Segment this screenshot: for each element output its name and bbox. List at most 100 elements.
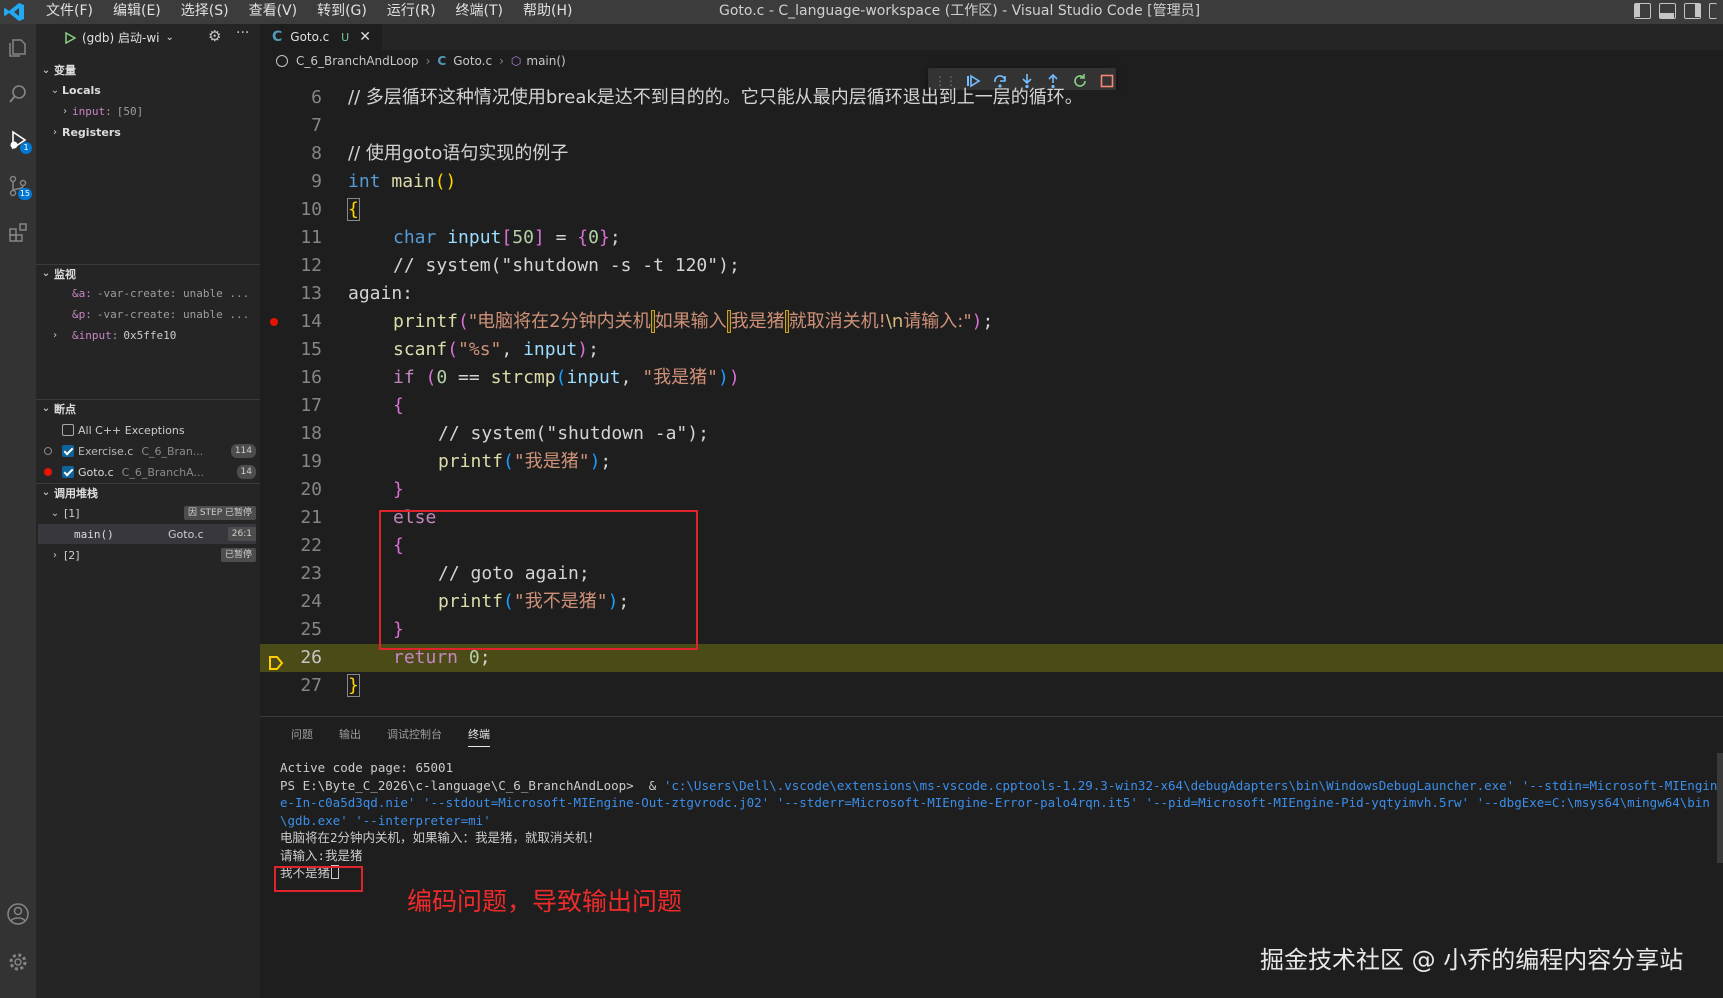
line-number: 18 (300, 423, 322, 444)
code-line: 27} (260, 672, 1723, 700)
menu-run[interactable]: 运行(R) (377, 0, 446, 24)
breakpoint-checkbox[interactable] (62, 445, 74, 457)
line-number: 20 (300, 479, 322, 500)
menu-help[interactable]: 帮助(H) (513, 0, 582, 24)
toggle-secondary-sidebar-icon[interactable] (1684, 3, 1701, 19)
tab-goto-c[interactable]: C Goto.c U ✕ (260, 24, 382, 50)
extensions-icon[interactable] (0, 214, 36, 250)
breakpoint-unverified-icon (44, 447, 52, 455)
chevron-right-icon: › (61, 105, 69, 117)
chevron-down-icon: ⌄ (41, 64, 51, 76)
breakpoint-label: Exercise.c (78, 444, 134, 458)
code-comment: // system("shutdown -s -t 120"); (393, 255, 740, 276)
watch-item[interactable]: &p: -var-create: unable ... (72, 304, 249, 324)
menu-edit[interactable]: 编辑(E) (103, 0, 171, 24)
code-line: 20} (260, 476, 1723, 504)
tab-problems[interactable]: 问题 (278, 717, 326, 753)
breakpoint-row[interactable]: All C++ Exceptions (62, 420, 185, 440)
code-editor[interactable]: 6 // 多层循环这种情况使用break是达不到目的的。它只能从最内层循环退出到上… (260, 87, 1723, 716)
code-string: 如果输入 (654, 311, 727, 332)
breakpoint-checkbox[interactable] (62, 424, 74, 436)
breadcrumb-folder[interactable]: C_6_BranchAndLoop (296, 54, 419, 68)
code-string: 请输入:" (903, 311, 972, 332)
variable-input[interactable]: › input: [50] (58, 101, 143, 121)
run-debug-icon[interactable]: 1 (0, 122, 36, 158)
code-comment: // 多层循环这种情况使用break是达不到目的的。它只能从最内层循环退出到上一… (348, 87, 1083, 108)
breadcrumb-symbol[interactable]: main() (526, 54, 565, 68)
terminal-output[interactable]: Active code page: 65001 PS E:\Byte_C_2026… (280, 759, 1720, 882)
explorer-icon[interactable] (0, 30, 36, 66)
code-token: return (393, 647, 459, 668)
menu-file[interactable]: 文件(F) (36, 0, 103, 24)
variable-name: input: (72, 104, 112, 118)
line-number: 25 (300, 619, 322, 640)
settings-gear-icon[interactable] (0, 944, 36, 980)
line-number: 26 (300, 647, 322, 668)
account-icon[interactable] (0, 896, 36, 932)
frame-file: Goto.c (168, 527, 204, 541)
more-actions-icon[interactable]: ··· (236, 25, 249, 41)
breakpoints-title: 断点 (54, 402, 76, 416)
chevron-down-icon: ⌄ (165, 32, 174, 43)
terminal-line: 电脑将在2分钟内关机，如果输入：我是猪，就取消关机！ (280, 830, 601, 845)
stack-frame-row[interactable]: main() Goto.c 26:1 (38, 524, 256, 544)
tab-debug-console[interactable]: 调试控制台 (374, 717, 455, 753)
breakpoint-row[interactable]: Exercise.c C_6_Bran... 114 (44, 441, 256, 461)
code-line: 22{ (260, 532, 1723, 560)
toggle-panel-icon[interactable] (1659, 3, 1676, 19)
tab-terminal[interactable]: 终端 (455, 717, 503, 753)
code-string: "%s" (458, 339, 502, 360)
watermark: 掘金技术社区 @ 小乔的编程内容分享站 (1260, 946, 1684, 974)
code-token: input (447, 227, 502, 248)
watch-item[interactable]: &a: -var-create: unable ... (72, 283, 249, 303)
breadcrumb-file[interactable]: Goto.c (453, 54, 492, 68)
breakpoints-section-header[interactable]: ⌄ 断点 (36, 399, 260, 417)
annotation-highlight-box (274, 866, 363, 892)
line-number: 7 (311, 115, 322, 136)
chevron-right-icon: › (499, 54, 504, 68)
code-token: input (566, 367, 621, 388)
registers-scope[interactable]: › Registers (48, 122, 121, 142)
chevron-down-icon: ⌄ (41, 403, 51, 414)
variables-section-header[interactable]: ⌄ 变量 (36, 61, 260, 79)
watch-item[interactable]: › &input: 0x5ffe10 (48, 325, 176, 345)
close-icon[interactable]: ✕ (359, 29, 371, 45)
search-icon[interactable] (0, 76, 36, 112)
thread-row[interactable]: ⌄ [1] 因 STEP 已暂停 (48, 503, 256, 523)
breakpoint-row[interactable]: Goto.c C_6_BranchA... 14 (44, 462, 256, 482)
line-number: 10 (300, 199, 322, 220)
menu-view[interactable]: 查看(V) (239, 0, 308, 24)
watch-section-header[interactable]: ⌄ 监视 (36, 264, 260, 282)
run-config-select[interactable]: (gdb) 启动-wi ⌄ (64, 29, 174, 46)
open-launch-json-gear-icon[interactable]: ⚙ (208, 27, 221, 45)
debug-sidebar: (gdb) 启动-wi ⌄ ⚙ ··· ⌄ 变量 ⌄ Locals › inpu… (36, 24, 260, 998)
code-line: 25} (260, 616, 1723, 644)
start-debug-icon[interactable] (64, 31, 76, 44)
line-number: 21 (300, 507, 322, 528)
layout-controls (1634, 3, 1717, 19)
code-line: 24 printf("我不是猪"); (260, 588, 1723, 616)
tab-output[interactable]: 输出 (326, 717, 374, 753)
code-line: 15 scanf("%s", input); (260, 336, 1723, 364)
thread-row[interactable]: › [2] 已暂停 (48, 545, 256, 565)
watch-name: &input: (72, 328, 119, 342)
code-line: 11 char input[50] = {0}; (260, 224, 1723, 252)
toggle-primary-sidebar-icon[interactable] (1634, 3, 1651, 19)
breakpoint-label: All C++ Exceptions (78, 423, 185, 437)
callstack-section-header[interactable]: ⌄ 调用堆栈 (36, 483, 260, 501)
menu-selection[interactable]: 选择(S) (171, 0, 239, 24)
code-token: char (393, 227, 437, 248)
code-line: 18 // system("shutdown -a"); (260, 420, 1723, 448)
terminal-scrollbar[interactable] (1717, 753, 1723, 863)
watch-value: 0x5ffe10 (123, 328, 177, 342)
line-number: 22 (300, 535, 322, 556)
source-control-icon[interactable]: 15 (0, 168, 36, 204)
code-token: 0 (588, 227, 599, 248)
menu-terminal[interactable]: 终端(T) (446, 0, 513, 24)
menu-go[interactable]: 转到(G) (307, 0, 377, 24)
debug-badge: 1 (20, 142, 32, 154)
customize-layout-icon[interactable] (1709, 3, 1717, 19)
line-number: 19 (300, 451, 322, 472)
breakpoint-checkbox[interactable] (62, 466, 74, 478)
locals-scope[interactable]: ⌄ Locals (48, 80, 101, 100)
